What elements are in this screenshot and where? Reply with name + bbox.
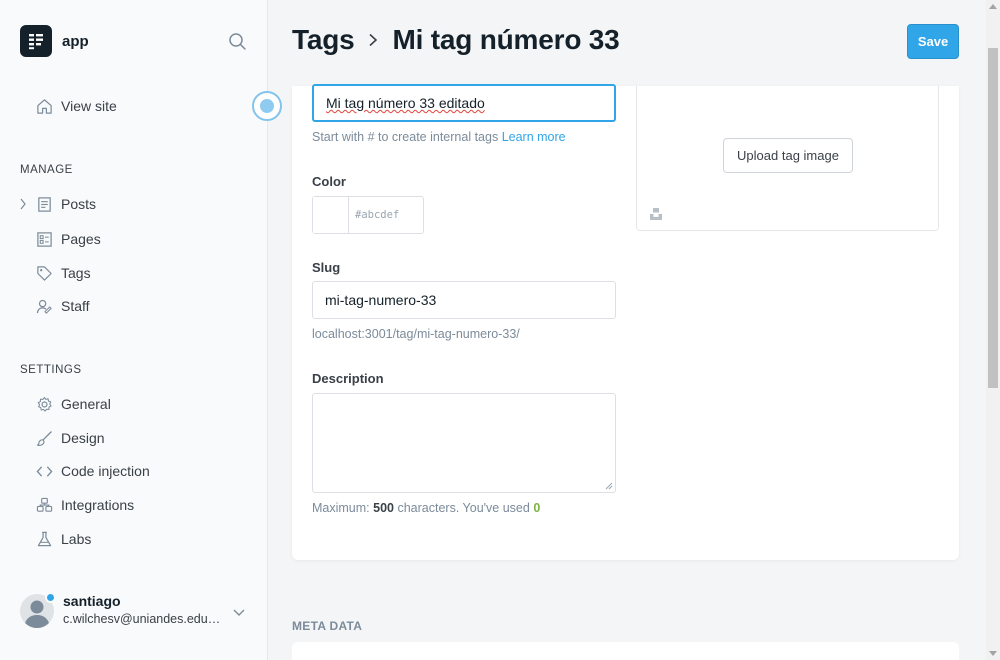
color-placeholder: abcdef <box>361 209 400 221</box>
flask-icon <box>37 531 52 546</box>
sidebar-item-design[interactable]: Design <box>36 427 105 449</box>
scroll-down-arrow-icon[interactable] <box>989 651 997 656</box>
brush-icon <box>36 430 52 446</box>
user-email: c.wilchesv@uniandes.edu.co <box>63 612 223 626</box>
tag-name-input[interactable]: Mi tag número 33 editado <box>312 84 616 122</box>
sidebar-item-label: Integrations <box>61 497 135 513</box>
sidebar-item-label: Posts <box>61 196 97 212</box>
scrollbar[interactable] <box>986 0 1000 660</box>
chevron-right-icon[interactable] <box>18 198 28 210</box>
description-counter: Maximum: 500 characters. You've used 0 <box>312 501 540 515</box>
brand[interactable]: app <box>20 25 89 57</box>
sidebar-item-label: Labs <box>61 531 92 547</box>
sidebar-item-code-injection[interactable]: Code injection <box>36 460 150 482</box>
sidebar-item-label: Design <box>61 430 105 446</box>
unsplash-icon[interactable] <box>649 207 663 221</box>
sidebar-item-label: General <box>61 396 111 412</box>
sidebar: app View site MANAGE Posts Pages Tags St… <box>0 0 268 660</box>
slug-input[interactable]: mi-tag-numero-33 <box>312 281 616 319</box>
chevron-down-icon[interactable] <box>232 605 246 619</box>
resize-handle-icon[interactable] <box>605 482 613 490</box>
max-middle: characters. You've used <box>397 501 530 515</box>
main-content: Tags Mi tag número 33 Save Mi tag número… <box>268 0 986 660</box>
tag-name-hint-text: Start with # to create internal tags <box>312 130 499 144</box>
tag-settings-card: Mi tag número 33 editado Start with # to… <box>292 84 959 560</box>
chevron-right-icon <box>369 33 378 47</box>
max-prefix: Maximum: <box>312 501 370 515</box>
sidebar-item-label: Staff <box>61 298 90 314</box>
breadcrumb-tags-link[interactable]: Tags <box>292 24 355 56</box>
pages-icon <box>37 231 52 247</box>
gear-icon <box>37 396 52 412</box>
used-count: 0 <box>533 501 541 515</box>
color-field[interactable]: # abcdef <box>312 196 424 234</box>
sidebar-item-label: Tags <box>61 265 91 281</box>
meta-data-section-title: META DATA <box>292 619 363 633</box>
page-title: Tags Mi tag número 33 <box>292 24 620 56</box>
user-menu[interactable]: santiago c.wilchesv@uniandes.edu.co <box>20 590 250 634</box>
sidebar-item-pages[interactable]: Pages <box>36 228 101 250</box>
staff-icon <box>36 299 52 314</box>
manage-section-title: MANAGE <box>20 164 73 176</box>
home-icon <box>37 98 52 114</box>
description-textarea[interactable] <box>312 393 616 493</box>
tag-title: Mi tag número 33 <box>392 24 620 55</box>
upload-tag-image-button[interactable]: Upload tag image <box>723 138 853 173</box>
notification-badge <box>45 592 56 603</box>
code-icon <box>36 465 53 477</box>
user-name: santiago <box>63 593 121 609</box>
tag-icon <box>37 265 52 281</box>
settings-section-title: SETTINGS <box>20 364 82 376</box>
description-label: Description <box>312 371 384 386</box>
sidebar-item-label: Code injection <box>61 463 150 479</box>
nav-view-site-label: View site <box>61 98 117 114</box>
integrations-icon <box>36 497 53 512</box>
nav-view-site[interactable]: View site <box>36 95 117 117</box>
tag-name-hint: Start with # to create internal tags Lea… <box>312 130 566 144</box>
tag-name-value: Mi tag número 33 editado <box>326 95 485 111</box>
sidebar-item-labs[interactable]: Labs <box>36 528 91 550</box>
sidebar-item-posts[interactable]: Posts <box>36 193 96 215</box>
scrollbar-thumb[interactable] <box>988 48 998 388</box>
save-button[interactable]: Save <box>907 24 959 59</box>
slug-label: Slug <box>312 260 341 275</box>
sidebar-item-integrations[interactable]: Integrations <box>36 494 134 516</box>
app-name: app <box>62 32 89 50</box>
meta-data-card <box>292 642 959 660</box>
sidebar-item-staff[interactable]: Staff <box>36 295 90 317</box>
tag-image-uploader: Upload tag image <box>636 86 939 231</box>
scroll-up-arrow-icon[interactable] <box>989 4 997 9</box>
color-hex-input[interactable]: # abcdef <box>349 197 399 233</box>
sidebar-item-label: Pages <box>61 231 101 247</box>
sidebar-item-tags[interactable]: Tags <box>36 262 91 284</box>
learn-more-link[interactable]: Learn more <box>502 130 566 144</box>
posts-icon <box>38 196 51 212</box>
slug-url: localhost:3001/tag/mi-tag-numero-33/ <box>312 327 520 341</box>
app-logo-icon <box>20 25 52 57</box>
color-label: Color <box>312 174 346 189</box>
max-count: 500 <box>373 501 394 515</box>
slug-value: mi-tag-numero-33 <box>325 292 437 308</box>
color-swatch[interactable] <box>313 197 349 233</box>
sidebar-item-general[interactable]: General <box>36 393 111 415</box>
search-icon[interactable] <box>228 32 248 52</box>
